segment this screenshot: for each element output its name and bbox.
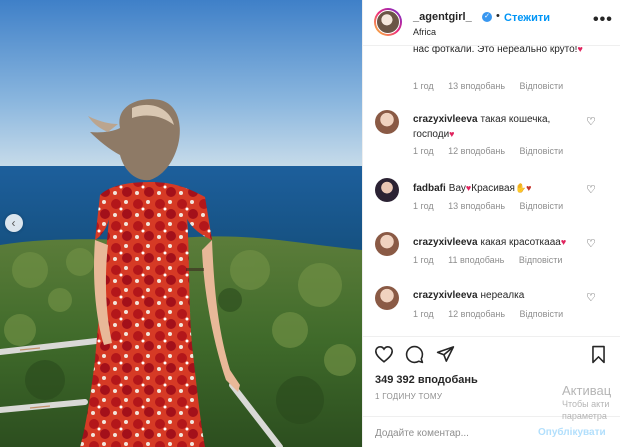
comment-time[interactable]: 1 год: [413, 146, 434, 156]
commenter-username[interactable]: crazyxivleeva: [413, 290, 478, 301]
reply-button[interactable]: Відповісти: [520, 146, 564, 156]
comment-like-heart-icon[interactable]: ♡: [586, 291, 596, 304]
comment-item: crazyxivleeva нереалка ♡ 1 год 12 вподоба…: [363, 284, 620, 336]
author-avatar[interactable]: [374, 8, 402, 36]
paper-plane-icon[interactable]: [436, 345, 455, 363]
author-username[interactable]: _agentgirl_: [413, 11, 472, 23]
commenter-avatar[interactable]: [375, 286, 399, 310]
comment-body: нереалка: [480, 290, 525, 301]
comment-text: crazyxivleeva нереалка: [413, 289, 591, 303]
comment-icon[interactable]: [405, 345, 424, 364]
heart-emoji-icon: ♥: [560, 237, 567, 247]
post-side-panel: _agentgirl_ ✓ • Стежити Africa ••• нас ф…: [362, 0, 620, 447]
comment-meta: 1 год 13 вподобань Відповісти: [413, 201, 575, 211]
post-location[interactable]: Africa: [413, 27, 436, 37]
heart-outline-icon[interactable]: [374, 345, 394, 363]
comment-body-continued: Красивая: [471, 183, 515, 194]
reply-button[interactable]: Відповісти: [520, 81, 564, 91]
add-comment-bar: Опублікувати: [363, 416, 620, 447]
commenter-avatar[interactable]: [375, 232, 399, 256]
hand-heart-emoji-icon: ✋♥: [514, 183, 532, 193]
heart-emoji-icon: ♥: [577, 46, 583, 54]
comment-like-heart-icon[interactable]: ♡: [586, 183, 596, 196]
reply-button[interactable]: Відповісти: [520, 309, 564, 319]
comment-like-heart-icon[interactable]: ♡: [586, 237, 596, 250]
comment-likes[interactable]: 12 вподобань: [448, 309, 505, 319]
comments-list[interactable]: нас фоткали. Это нереально круто!♥ 1 год…: [363, 46, 620, 336]
chevron-left-icon: ‹: [11, 216, 16, 230]
reply-button[interactable]: Відповісти: [520, 201, 564, 211]
post-photo[interactable]: ‹: [0, 0, 362, 447]
comment-likes[interactable]: 12 вподобань: [448, 146, 505, 156]
comment-likes[interactable]: 13 вподобань: [448, 81, 505, 91]
comment-meta: 1 год 13 вподобань Відповісти: [413, 81, 575, 91]
commenter-avatar[interactable]: [375, 178, 399, 202]
comment-item: crazyxivleeva такая кошечка, господи♥ ♡ 1…: [363, 108, 620, 162]
comment-item: crazyxivleeva какая красоткааа♥ ♡ 1 год 1…: [363, 230, 620, 284]
commenter-username[interactable]: crazyxivleeva: [413, 114, 478, 125]
comment-likes[interactable]: 11 вподобань: [448, 255, 504, 265]
more-options-icon[interactable]: •••: [593, 11, 613, 29]
comment-time[interactable]: 1 год: [413, 255, 434, 265]
comment-like-heart-icon[interactable]: ♡: [586, 115, 596, 128]
comment-time[interactable]: 1 год: [413, 201, 434, 211]
comment-meta: 1 год 11 вподобань Відповісти: [413, 255, 574, 265]
bookmark-icon[interactable]: [590, 345, 607, 364]
heart-emoji-icon: ♥: [449, 129, 455, 139]
comment-likes[interactable]: 13 вподобань: [448, 201, 505, 211]
comment-body: Вау: [448, 183, 466, 194]
comment-body: какая красоткааа: [480, 237, 561, 248]
comment-time[interactable]: 1 год: [413, 309, 434, 319]
comment-meta: 1 год 12 вподобань Відповісти: [413, 309, 575, 319]
comment-text: fadbafi Вау♥Красивая✋♥: [413, 181, 591, 196]
separator-dot: •: [496, 10, 500, 22]
post-header: _agentgirl_ ✓ • Стежити Africa •••: [363, 0, 620, 46]
verified-badge-icon: ✓: [482, 12, 492, 22]
comment-text: нас фоткали. Это нереально круто!♥: [413, 46, 593, 57]
commenter-avatar[interactable]: [375, 110, 399, 134]
carousel-prev-button[interactable]: ‹: [5, 214, 23, 232]
comment-meta: 1 год 12 вподобань Відповісти: [413, 146, 575, 156]
comment-text: crazyxivleeva такая кошечка, господи♥: [413, 113, 591, 142]
photo-image: [0, 0, 362, 447]
commenter-username[interactable]: crazyxivleeva: [413, 237, 478, 248]
post-time[interactable]: 1 ГОДИНУ ТОМУ: [375, 392, 442, 401]
likes-count[interactable]: 349 392 вподобань: [375, 374, 478, 386]
comment-text: crazyxivleeva какая красоткааа♥: [413, 235, 591, 250]
comment-input[interactable]: [375, 426, 525, 440]
post-actions-bar: [363, 336, 620, 366]
post-comment-button[interactable]: Опублікувати: [538, 427, 606, 438]
comment-body: нас фоткали. Это нереально круто!: [413, 46, 578, 55]
comment-time[interactable]: 1 год: [413, 81, 434, 91]
follow-button[interactable]: Стежити: [504, 12, 550, 24]
comment-item: fadbafi Вау♥Красивая✋♥ ♡ 1 год 13 вподоба…: [363, 176, 620, 230]
reply-button[interactable]: Відповісти: [519, 255, 563, 265]
commenter-username[interactable]: fadbafi: [413, 183, 446, 194]
